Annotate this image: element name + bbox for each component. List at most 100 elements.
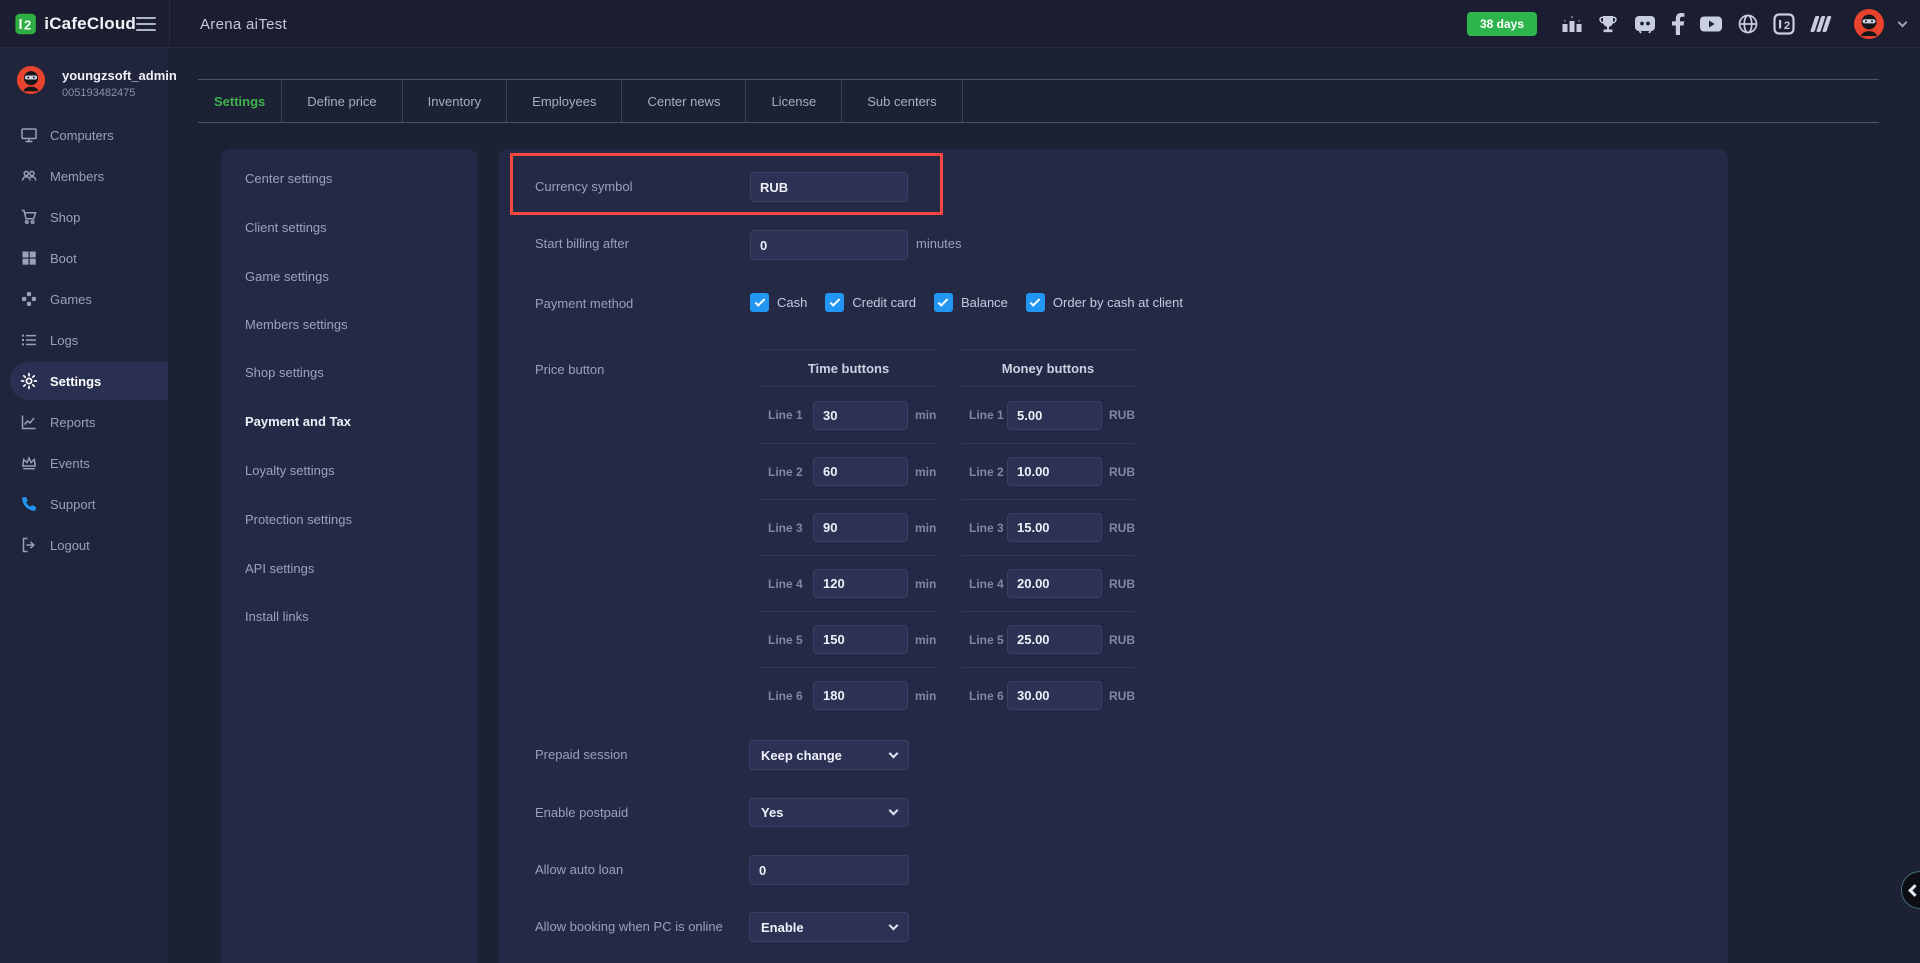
money-line-6-input[interactable] bbox=[1007, 681, 1102, 710]
time-line-4-input[interactable] bbox=[813, 569, 908, 598]
logo-text: iCafeCloud bbox=[44, 14, 136, 34]
allow-booking-label: Allow booking when PC is online bbox=[535, 919, 723, 934]
user-id: 005193482475 bbox=[62, 87, 177, 99]
user-block[interactable]: youngzsoft_admin 005193482475 bbox=[16, 65, 177, 99]
facebook-icon[interactable] bbox=[1671, 13, 1685, 35]
allow-booking-select[interactable]: Enable bbox=[749, 912, 909, 942]
tab-define-price[interactable]: Define price bbox=[282, 80, 402, 122]
time-line-6-input[interactable] bbox=[813, 681, 908, 710]
sidebar-item-boot[interactable]: Boot bbox=[0, 239, 168, 277]
submenu-members-settings[interactable]: Members settings bbox=[245, 317, 348, 332]
sidebar-item-members[interactable]: Members bbox=[0, 157, 168, 195]
page-title: Arena aiTest bbox=[200, 0, 287, 48]
checkbox-label: Balance bbox=[961, 295, 1008, 310]
sidebar-item-label: Games bbox=[50, 292, 92, 307]
sidebar-item-reports[interactable]: Reports bbox=[0, 403, 168, 441]
sidebar-item-settings[interactable]: Settings bbox=[10, 362, 168, 400]
table-row: Line 1 min bbox=[760, 387, 937, 443]
submenu-center-settings[interactable]: Center settings bbox=[245, 171, 332, 186]
tab-license[interactable]: License bbox=[746, 80, 842, 122]
table-row: Line 3 RUB bbox=[961, 499, 1135, 555]
money-line-3-input[interactable] bbox=[1007, 513, 1102, 542]
currency-symbol-input[interactable] bbox=[750, 172, 908, 202]
icafecloud-icon[interactable]: 2 bbox=[1773, 13, 1795, 35]
balance-checkbox[interactable] bbox=[934, 293, 953, 312]
tab-bar: Settings Define price Inventory Employee… bbox=[198, 79, 1879, 123]
credit-card-checkbox[interactable] bbox=[825, 293, 844, 312]
tab-employees[interactable]: Employees bbox=[507, 80, 622, 122]
settings-submenu: Center settings Client settings Game set… bbox=[221, 149, 478, 963]
sidebar-item-label: Boot bbox=[50, 251, 77, 266]
avatar-ninja[interactable] bbox=[1853, 8, 1885, 40]
enable-postpaid-label: Enable postpaid bbox=[535, 805, 628, 820]
submenu-game-settings[interactable]: Game settings bbox=[245, 269, 329, 284]
table-row: Line 5 min bbox=[760, 611, 937, 667]
members-icon bbox=[20, 167, 38, 185]
sidebar-item-logs[interactable]: Logs bbox=[0, 321, 168, 359]
leaderboard-icon[interactable] bbox=[1561, 14, 1583, 34]
chevron-down-icon[interactable] bbox=[1898, 17, 1908, 27]
currency-symbol-label: Currency symbol bbox=[535, 179, 633, 194]
table-row: Line 3 min bbox=[760, 499, 937, 555]
prepaid-session-label: Prepaid session bbox=[535, 747, 628, 762]
checkbox-label: Credit card bbox=[852, 295, 916, 310]
sidebar-item-games[interactable]: Games bbox=[0, 280, 168, 318]
tab-inventory[interactable]: Inventory bbox=[403, 80, 507, 122]
submenu-install-links[interactable]: Install links bbox=[245, 609, 309, 624]
trophy-icon[interactable] bbox=[1597, 14, 1619, 34]
sidebar-item-label: Members bbox=[50, 169, 104, 184]
money-line-2-input[interactable] bbox=[1007, 457, 1102, 486]
games-icon bbox=[20, 290, 38, 308]
submenu-payment-and-tax[interactable]: Payment and Tax bbox=[245, 414, 351, 429]
submenu-api-settings[interactable]: API settings bbox=[245, 561, 314, 576]
allow-auto-loan-input[interactable] bbox=[749, 855, 909, 885]
checkbox-item-credit-card: Credit card bbox=[825, 293, 916, 312]
minutes-suffix: minutes bbox=[916, 236, 962, 251]
time-line-3-input[interactable] bbox=[813, 513, 908, 542]
sidebar-item-shop[interactable]: Shop bbox=[0, 198, 168, 236]
sidebar-item-computers[interactable]: Computers bbox=[0, 116, 168, 154]
globe-icon[interactable] bbox=[1737, 13, 1759, 35]
license-days-badge[interactable]: 38 days bbox=[1467, 12, 1537, 36]
sidebar-item-label: Support bbox=[50, 497, 96, 512]
time-line-1-input[interactable] bbox=[813, 401, 908, 430]
sidebar-item-label: Reports bbox=[50, 415, 96, 430]
side-panel-toggle-button[interactable] bbox=[1901, 871, 1920, 909]
tab-sub-centers[interactable]: Sub centers bbox=[842, 80, 962, 122]
money-line-5-input[interactable] bbox=[1007, 625, 1102, 654]
cash-checkbox[interactable] bbox=[750, 293, 769, 312]
money-line-4-input[interactable] bbox=[1007, 569, 1102, 598]
checkbox-item-order-by-cash: Order by cash at client bbox=[1026, 293, 1183, 312]
sidebar-item-label: Logout bbox=[50, 538, 90, 553]
monitor-icon bbox=[20, 126, 38, 144]
time-line-2-input[interactable] bbox=[813, 457, 908, 486]
order-by-cash-checkbox[interactable] bbox=[1026, 293, 1045, 312]
chevron-left-icon bbox=[1908, 884, 1920, 897]
phone-icon bbox=[20, 495, 38, 513]
submenu-client-settings[interactable]: Client settings bbox=[245, 220, 327, 235]
sidebar-item-events[interactable]: Events bbox=[0, 444, 168, 482]
submenu-protection-settings[interactable]: Protection settings bbox=[245, 512, 352, 527]
tab-center-news[interactable]: Center news bbox=[622, 80, 746, 122]
submenu-shop-settings[interactable]: Shop settings bbox=[245, 365, 324, 380]
prepaid-session-select[interactable]: Keep change bbox=[749, 740, 909, 770]
icafecloud-logo-icon: 2 bbox=[15, 11, 36, 37]
time-line-5-input[interactable] bbox=[813, 625, 908, 654]
chevron-down-icon bbox=[889, 920, 899, 930]
youtube-icon[interactable] bbox=[1699, 15, 1723, 33]
logout-icon bbox=[20, 536, 38, 554]
windows-icon bbox=[20, 249, 38, 267]
start-billing-input[interactable] bbox=[750, 230, 908, 260]
money-line-1-input[interactable] bbox=[1007, 401, 1102, 430]
checkbox-label: Order by cash at client bbox=[1053, 295, 1183, 310]
sidebar-item-support[interactable]: Support bbox=[0, 485, 168, 523]
menu-icon[interactable] bbox=[136, 13, 156, 35]
enable-postpaid-select[interactable]: Yes bbox=[749, 798, 909, 827]
time-buttons-header: Time buttons bbox=[760, 350, 937, 387]
time-buttons-table: Time buttons Line 1 min Line 2 min Line … bbox=[760, 349, 937, 723]
tab-settings[interactable]: Settings bbox=[198, 80, 282, 122]
discord-icon[interactable] bbox=[1633, 13, 1657, 35]
sidebar-item-logout[interactable]: Logout bbox=[0, 526, 168, 564]
layers-icon[interactable] bbox=[1809, 14, 1835, 34]
submenu-loyalty-settings[interactable]: Loyalty settings bbox=[245, 463, 335, 478]
